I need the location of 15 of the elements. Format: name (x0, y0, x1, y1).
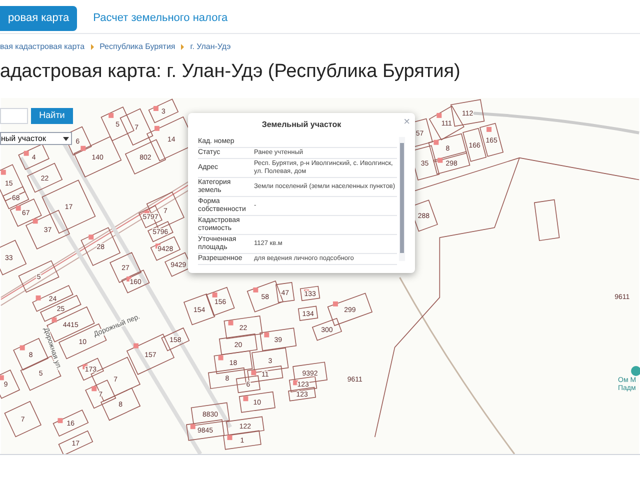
nav-tab[interactable]: ровая карта (0, 6, 78, 31)
breadcrumb-link[interactable]: Республика Бурятия (100, 41, 176, 53)
page-title: адастровая карта: г. Улан-Удэ (Республика Бурятия) (0, 60, 462, 84)
layer-select[interactable]: ный участок (0, 132, 72, 145)
breadcrumb-link[interactable]: г. Улан-Удэ (190, 41, 231, 53)
chevron-down-icon (63, 136, 69, 140)
scrollbar[interactable] (399, 137, 405, 261)
search-field[interactable] (0, 108, 28, 124)
chevron-icon (90, 44, 94, 50)
poi-icon (631, 366, 640, 376)
nav-tab[interactable]: Расчет земельного налога (85, 6, 236, 31)
breadcrumb-link[interactable]: вая кадастровая карта (0, 41, 85, 53)
find-button[interactable]: Найти (31, 108, 73, 124)
chevron-icon (181, 44, 184, 50)
popup-title: Земельный участок (260, 119, 342, 131)
